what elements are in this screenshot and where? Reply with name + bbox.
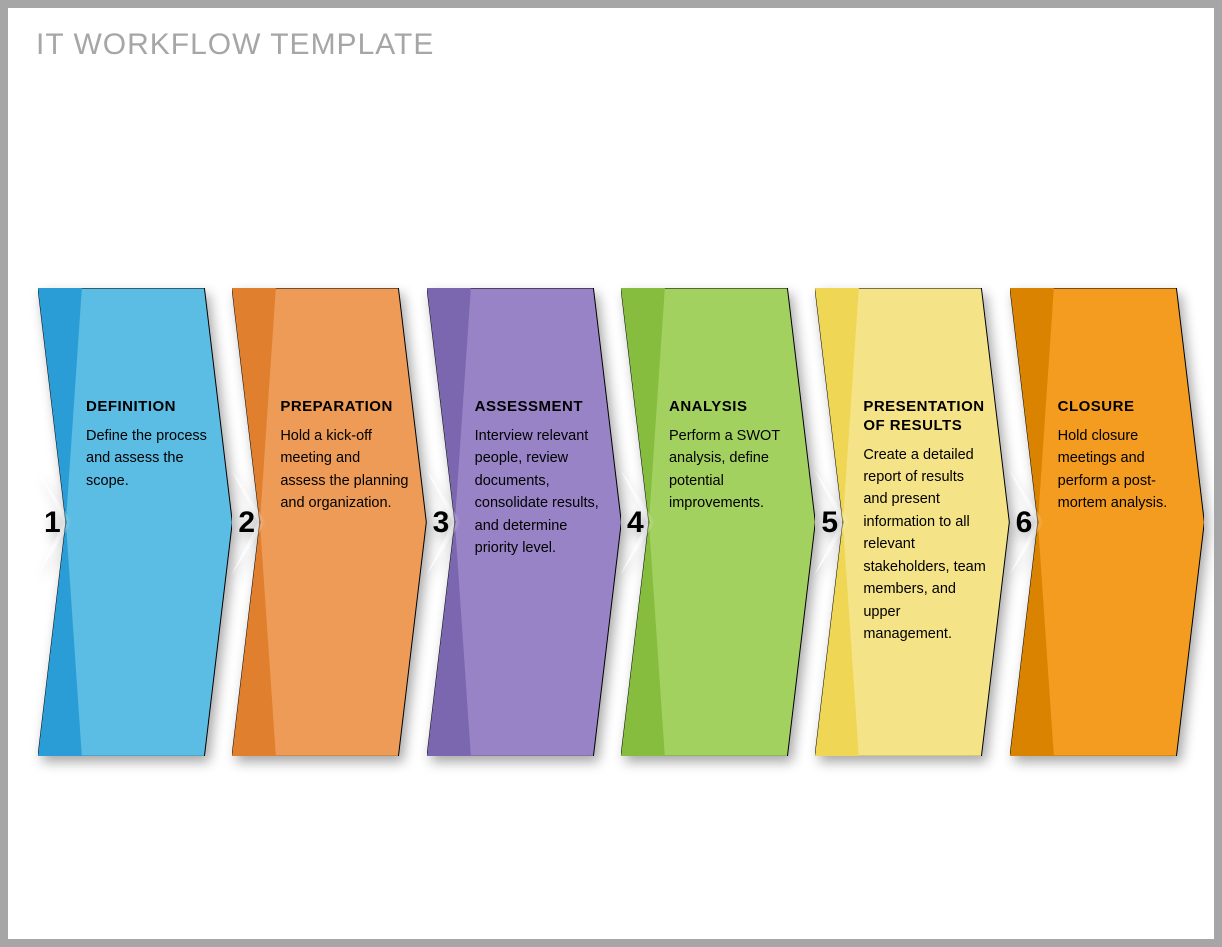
step-number: 3 xyxy=(433,506,450,540)
chevron-icon xyxy=(621,288,815,756)
workflow-step: 4 ANALYSIS Perform a SWOT analysis, defi… xyxy=(621,288,815,758)
workflow-row: 1 DEFINITION Define the process and asse… xyxy=(38,288,1204,758)
step-number: 2 xyxy=(238,506,255,540)
step-number: 6 xyxy=(1016,506,1033,540)
chevron-icon xyxy=(1010,288,1204,756)
page: IT WORKFLOW TEMPLATE 1 DEFINITION Define… xyxy=(8,8,1214,939)
workflow-step: 5 PRESENTATION OF RESULTS Create a detai… xyxy=(815,288,1009,758)
step-title: PRESENTATION OF RESULTS xyxy=(863,398,991,436)
step-content: DEFINITION Define the process and assess… xyxy=(86,398,214,492)
page-title: IT WORKFLOW TEMPLATE xyxy=(36,28,434,62)
workflow-step: 3 ASSESSMENT Interview relevant people, … xyxy=(427,288,621,758)
step-number: 4 xyxy=(627,506,644,540)
workflow-step: 6 CLOSURE Hold closure meetings and perf… xyxy=(1010,288,1204,758)
chevron-icon xyxy=(38,288,232,756)
step-title: DEFINITION xyxy=(86,398,214,417)
workflow-step: 1 DEFINITION Define the process and asse… xyxy=(38,288,232,758)
step-title: ANALYSIS xyxy=(669,398,797,417)
step-title: CLOSURE xyxy=(1058,398,1186,417)
step-title: PREPARATION xyxy=(280,398,408,417)
step-description: Define the process and assess the scope. xyxy=(86,425,214,492)
step-content: CLOSURE Hold closure meetings and perfor… xyxy=(1058,398,1186,515)
step-description: Hold a kick-off meeting and assess the p… xyxy=(280,425,408,515)
step-content: PREPARATION Hold a kick-off meeting and … xyxy=(280,398,408,515)
step-content: ANALYSIS Perform a SWOT analysis, define… xyxy=(669,398,797,515)
chevron-icon xyxy=(232,288,426,756)
step-description: Perform a SWOT analysis, define potentia… xyxy=(669,425,797,515)
step-description: Create a detailed report of results and … xyxy=(863,444,991,646)
workflow-step: 2 PREPARATION Hold a kick-off meeting an… xyxy=(232,288,426,758)
step-content: ASSESSMENT Interview relevant people, re… xyxy=(475,398,603,560)
step-number: 1 xyxy=(44,506,61,540)
step-description: Interview relevant people, review docume… xyxy=(475,425,603,560)
step-number: 5 xyxy=(821,506,838,540)
step-title: ASSESSMENT xyxy=(475,398,603,417)
step-content: PRESENTATION OF RESULTS Create a detaile… xyxy=(863,398,991,646)
step-description: Hold closure meetings and perform a post… xyxy=(1058,425,1186,515)
